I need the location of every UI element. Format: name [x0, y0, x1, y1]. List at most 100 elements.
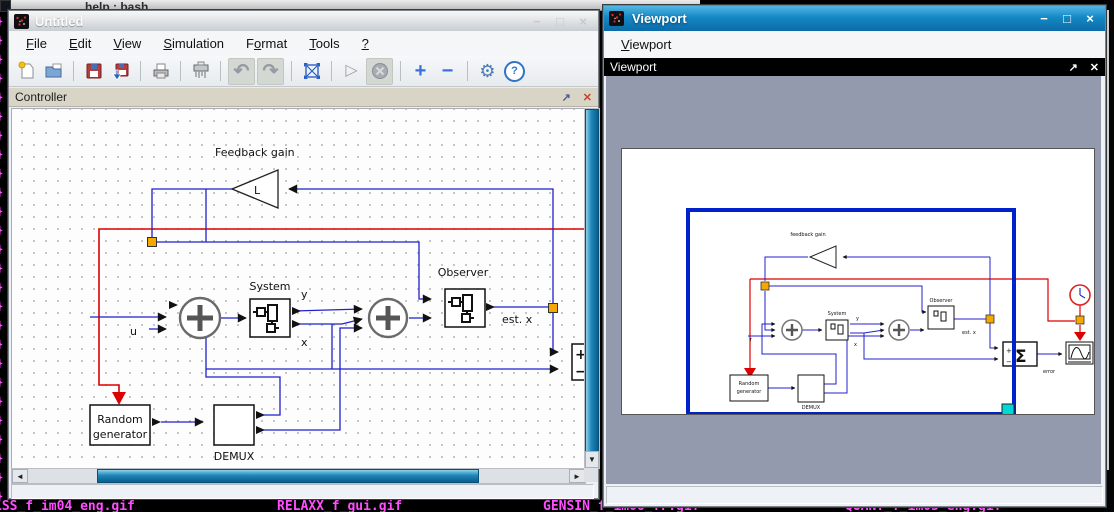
- vertical-scrollbar-thumb[interactable]: [585, 109, 599, 452]
- mini-link-point: [1076, 316, 1084, 324]
- svg-text:DEMUX: DEMUX: [802, 405, 821, 411]
- mini-sum-2: [889, 320, 909, 340]
- minimize-button[interactable]: −: [1037, 11, 1051, 26]
- close-button[interactable]: ×: [1083, 11, 1097, 26]
- menu-help[interactable]: ?: [353, 33, 378, 54]
- viewport-canvas[interactable]: Random generator Σ + −: [621, 148, 1095, 415]
- sum-block-1[interactable]: [180, 298, 220, 338]
- system-label: System: [249, 280, 290, 293]
- demux-block[interactable]: [214, 405, 254, 445]
- link-point[interactable]: [148, 238, 157, 247]
- terminal-filename: LSS_f_im04_eng.gif: [0, 499, 135, 512]
- viewport-mini-diagram: Random generator Σ + −: [622, 149, 1094, 414]
- viewport-window: Viewport − □ × Viewport Viewport ↗ ✕: [603, 5, 1106, 507]
- svg-text:r: r: [750, 337, 753, 343]
- delete-diagram-button[interactable]: [188, 59, 213, 84]
- mini-gain-block: [810, 246, 836, 268]
- stop-icon: [370, 61, 390, 81]
- mini-error-sum-block: Σ + −: [1003, 342, 1037, 367]
- mini-demux-block: [798, 375, 824, 402]
- untitled-titlebar[interactable]: Untitled − □ ×: [9, 11, 598, 31]
- print-button[interactable]: [148, 59, 173, 84]
- svg-text:generator: generator: [93, 428, 148, 441]
- redo-icon: ↷: [263, 62, 279, 81]
- fit-to-view-button[interactable]: [299, 59, 324, 84]
- view-resize-handle[interactable]: [1002, 404, 1014, 414]
- window-title: Viewport: [632, 11, 687, 26]
- undo-button[interactable]: ↶: [228, 58, 255, 85]
- viewport-statusbar: [606, 486, 1103, 504]
- close-panel-icon[interactable]: ✕: [1090, 61, 1099, 74]
- viewport-panel-header[interactable]: Viewport ↗ ✕: [604, 58, 1105, 76]
- menu-edit[interactable]: Edit: [60, 33, 100, 54]
- open-button[interactable]: [41, 59, 66, 84]
- screen: help : bash } } } } } } } } } } } } } } …: [0, 0, 1114, 512]
- printer-icon: [151, 61, 171, 81]
- menu-format[interactable]: Format: [237, 33, 296, 54]
- menu-viewport[interactable]: Viewport: [612, 34, 680, 55]
- zoom-in-icon: +: [415, 61, 427, 81]
- close-panel-icon[interactable]: ✕: [583, 91, 592, 104]
- x-label: x: [301, 336, 308, 349]
- scroll-left-button[interactable]: ◄: [12, 469, 28, 483]
- menu-view[interactable]: View: [104, 33, 150, 54]
- diagram-canvas[interactable]: L Feedback gain: [11, 108, 586, 469]
- new-document-button[interactable]: [14, 59, 39, 84]
- svg-text:Observer: Observer: [930, 298, 954, 304]
- feedback-gain-block[interactable]: L: [232, 170, 278, 208]
- maximize-button[interactable]: □: [553, 14, 567, 29]
- mini-link-point: [761, 282, 769, 290]
- toolbar: ↶ ↷ ▷ + − ⚙ ?: [9, 56, 598, 87]
- zoom-out-button[interactable]: −: [435, 59, 460, 84]
- settings-button[interactable]: ⚙: [475, 59, 500, 84]
- system-block[interactable]: [250, 299, 290, 337]
- panel-title: Viewport: [610, 60, 656, 74]
- sum-block-2[interactable]: [369, 299, 407, 337]
- viewport-titlebar[interactable]: Viewport − □ ×: [604, 6, 1105, 31]
- observer-block[interactable]: [445, 289, 485, 327]
- feedback-gain-label: Feedback gain: [215, 146, 295, 159]
- horizontal-scrollbar-thumb[interactable]: [97, 469, 479, 483]
- play-icon: ▷: [345, 63, 357, 79]
- svg-text:y: y: [856, 316, 859, 322]
- y-label: y: [301, 288, 308, 301]
- export-button[interactable]: [108, 59, 133, 84]
- undo-icon: ↶: [234, 62, 250, 81]
- stop-button[interactable]: [366, 58, 393, 85]
- redo-button[interactable]: ↷: [257, 58, 284, 85]
- mini-system-block: [826, 320, 848, 340]
- run-button[interactable]: ▷: [339, 59, 364, 84]
- svg-text:System: System: [828, 311, 847, 317]
- mini-scope-block: [1066, 342, 1093, 364]
- fit-to-view-icon: [302, 61, 322, 81]
- vertical-scrollbar[interactable]: ▼: [584, 108, 600, 469]
- export-floppy-icon: [111, 61, 131, 81]
- detach-panel-icon[interactable]: ↗: [1069, 61, 1078, 74]
- shredder-icon: [191, 61, 211, 81]
- svg-text:L: L: [254, 184, 261, 197]
- close-button[interactable]: ×: [576, 14, 590, 29]
- help-button[interactable]: ?: [502, 59, 527, 84]
- random-generator-block[interactable]: Random generator: [90, 405, 150, 445]
- controller-panel-header[interactable]: Controller ↗ ✕: [9, 87, 598, 107]
- svg-text:−: −: [1006, 358, 1012, 366]
- svg-text:Random: Random: [739, 381, 760, 387]
- minimize-button[interactable]: −: [530, 14, 544, 29]
- scilab-app-icon: [14, 14, 29, 29]
- est-x-label: est. x: [502, 313, 533, 326]
- zoom-in-button[interactable]: +: [408, 59, 433, 84]
- scilab-app-icon: [609, 11, 624, 26]
- save-floppy-icon: [84, 61, 104, 81]
- menu-simulation[interactable]: Simulation: [154, 33, 233, 54]
- horizontal-scrollbar[interactable]: ◄ ►: [11, 468, 586, 484]
- zoom-out-icon: −: [442, 61, 454, 81]
- detach-panel-icon[interactable]: ↗: [562, 91, 571, 104]
- menu-tools[interactable]: Tools: [300, 33, 348, 54]
- save-button[interactable]: [81, 59, 106, 84]
- scroll-right-button[interactable]: ►: [569, 469, 585, 483]
- maximize-button[interactable]: □: [1060, 11, 1074, 26]
- scroll-down-button[interactable]: ▼: [585, 451, 599, 468]
- menu-file[interactable]: File: [17, 33, 56, 54]
- terminal-left-edge-text: } } } } } } } } } } } } } } } } } } } } …: [0, 12, 3, 506]
- link-point[interactable]: [549, 304, 558, 313]
